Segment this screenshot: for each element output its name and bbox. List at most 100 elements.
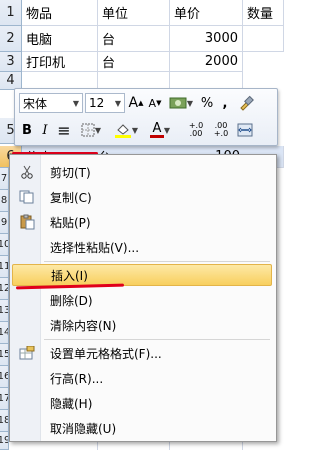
menu-item-label: 删除(D) bbox=[50, 293, 93, 308]
font-color-swatch bbox=[149, 134, 164, 138]
cell-a1[interactable]: 物品 bbox=[22, 0, 98, 26]
center-align-button[interactable]: ≡ bbox=[55, 120, 73, 140]
menu-item-label: 设置单元格格式(F)... bbox=[50, 346, 162, 361]
cell-b1[interactable]: 单位 bbox=[98, 0, 170, 26]
font-size-value: 12 bbox=[89, 96, 105, 110]
cell-c3[interactable]: 2000 bbox=[170, 52, 243, 72]
chevron-down-icon: ▼ bbox=[131, 125, 139, 135]
row-header-7[interactable]: 7 bbox=[0, 168, 9, 190]
paste-icon bbox=[12, 214, 42, 230]
font-size-combo[interactable]: 12 ▼ bbox=[85, 93, 125, 113]
cell-d2[interactable] bbox=[243, 26, 284, 52]
row-header-10[interactable]: 10 bbox=[0, 234, 9, 256]
italic-icon: I bbox=[42, 122, 48, 138]
borders-button[interactable]: ▼ bbox=[77, 120, 105, 140]
row-header-9[interactable]: 9 bbox=[0, 212, 9, 234]
chevron-down-icon: ▼ bbox=[114, 98, 121, 108]
menu-item-label: 复制(C) bbox=[50, 190, 92, 205]
font-name-combo[interactable]: 宋体 ▼ bbox=[19, 93, 83, 113]
comma-icon: , bbox=[222, 95, 228, 111]
row-header-14[interactable]: 14 bbox=[0, 322, 9, 344]
percent-icon: % bbox=[200, 95, 214, 111]
shrink-font-button[interactable]: A ▼ bbox=[147, 93, 163, 113]
menu-item-label: 隐藏(H) bbox=[50, 396, 93, 411]
bold-button[interactable]: B bbox=[19, 120, 35, 140]
menu-item-insert[interactable]: 插入(I) bbox=[12, 264, 272, 286]
decrease-decimal-icon: .00 +.0 bbox=[213, 121, 229, 138]
row-header-17[interactable]: 17 bbox=[0, 388, 9, 410]
menu-item-format-cells[interactable]: 设置单元格格式(F)... bbox=[12, 342, 272, 364]
menu-item-hide[interactable]: 隐藏(H) bbox=[12, 392, 272, 414]
increase-decimal-button[interactable]: +.0 .00 bbox=[185, 120, 207, 140]
mini-toolbar: 宋体 ▼ 12 ▼ A ▲ A ▼ ▼ % , B I ≡ ▼ ▼ A ▼ +.… bbox=[14, 88, 278, 146]
menu-item-label: 插入(I) bbox=[51, 268, 88, 283]
cell-a2[interactable]: 电脑 bbox=[22, 26, 98, 52]
format-painter-button[interactable] bbox=[237, 93, 255, 113]
menu-item-cut[interactable]: 剪切(T) bbox=[12, 161, 272, 183]
menu-item-label: 粘贴(P) bbox=[50, 215, 91, 230]
menu-item-label: 取消隐藏(U) bbox=[50, 421, 117, 436]
font-color-letter: A bbox=[152, 120, 162, 136]
menu-item-label: 选择性粘贴(V)... bbox=[50, 240, 140, 255]
grow-font-icon: A bbox=[128, 95, 139, 111]
shrink-font-icon: A bbox=[148, 96, 157, 110]
currency-icon bbox=[169, 97, 187, 109]
row-header-3[interactable]: 3 bbox=[0, 52, 22, 72]
font-name-value: 宋体 bbox=[23, 96, 48, 111]
row-header-15[interactable]: 15 bbox=[0, 344, 9, 366]
menu-item-paste-special[interactable]: 选择性粘贴(V)... bbox=[12, 236, 272, 258]
grow-font-button[interactable]: A ▲ bbox=[128, 93, 144, 113]
borders-icon bbox=[81, 123, 95, 137]
row-header-13[interactable]: 13 bbox=[0, 300, 9, 322]
percent-button[interactable]: % bbox=[199, 93, 215, 113]
menu-item-delete[interactable]: 删除(D) bbox=[12, 289, 272, 311]
row-header-11[interactable]: 11 bbox=[0, 256, 9, 278]
menu-item-unhide[interactable]: 取消隐藏(U) bbox=[12, 417, 272, 439]
italic-button[interactable]: I bbox=[37, 120, 53, 140]
font-color-button[interactable]: A ▼ bbox=[145, 120, 175, 140]
cell-a3[interactable]: 打印机 bbox=[22, 52, 98, 72]
increase-decimal-icon: +.0 .00 bbox=[188, 121, 204, 138]
grow-arrow-icon: ▲ bbox=[138, 99, 144, 107]
menu-item-label: 剪切(T) bbox=[50, 165, 91, 180]
shrink-arrow-icon: ▼ bbox=[156, 99, 162, 107]
row-header-2[interactable]: 2 bbox=[0, 26, 22, 52]
font-color-icon: A bbox=[149, 120, 164, 138]
menu-item-paste[interactable]: 粘贴(P) bbox=[12, 211, 272, 233]
cell-c2[interactable]: 3000 bbox=[170, 26, 243, 52]
row-header-12[interactable]: 12 bbox=[0, 278, 9, 300]
menu-item-label: 清除内容(N) bbox=[50, 318, 117, 333]
menu-item-row-height[interactable]: 行高(R)... bbox=[12, 367, 272, 389]
cell-c1[interactable]: 单价 bbox=[170, 0, 243, 26]
bold-icon: B bbox=[22, 122, 32, 138]
row-header-18[interactable]: 18 bbox=[0, 410, 9, 432]
align-center-icon: ≡ bbox=[57, 120, 71, 140]
row-header-8[interactable]: 8 bbox=[0, 190, 9, 212]
context-menu: 剪切(T) 复制(C) 粘贴(P) 选择性粘贴(V)... 插入(I) 删除(D… bbox=[9, 154, 277, 442]
chevron-down-icon: ▼ bbox=[72, 98, 79, 108]
decrease-decimal-button[interactable]: .00 +.0 bbox=[210, 120, 232, 140]
scissors-icon bbox=[12, 165, 42, 179]
merge-center-button[interactable] bbox=[235, 120, 255, 140]
menu-item-label: 行高(R)... bbox=[50, 371, 104, 386]
copy-icon bbox=[12, 190, 42, 204]
chevron-down-icon: ▼ bbox=[186, 98, 194, 108]
row-header-16[interactable]: 16 bbox=[0, 366, 9, 388]
menu-separator bbox=[44, 261, 270, 262]
format-cells-icon bbox=[12, 346, 42, 360]
row-header-1[interactable]: 1 bbox=[0, 0, 22, 26]
menu-item-clear-contents[interactable]: 清除内容(N) bbox=[12, 314, 272, 336]
chevron-down-icon: ▼ bbox=[94, 125, 102, 135]
cell-d1[interactable]: 数量 bbox=[243, 0, 284, 26]
currency-format-button[interactable]: ▼ bbox=[167, 93, 195, 113]
row-header-19[interactable]: 19 bbox=[0, 432, 9, 450]
fill-color-button[interactable]: ▼ bbox=[111, 120, 141, 140]
format-painter-icon bbox=[240, 95, 254, 111]
comma-style-button[interactable]: , bbox=[219, 93, 231, 113]
menu-separator bbox=[44, 339, 270, 340]
cell-b3[interactable]: 台 bbox=[98, 52, 170, 72]
merge-cells-icon bbox=[237, 123, 253, 137]
fill-color-icon bbox=[114, 124, 131, 138]
cell-b2[interactable]: 台 bbox=[98, 26, 170, 52]
menu-item-copy[interactable]: 复制(C) bbox=[12, 186, 272, 208]
